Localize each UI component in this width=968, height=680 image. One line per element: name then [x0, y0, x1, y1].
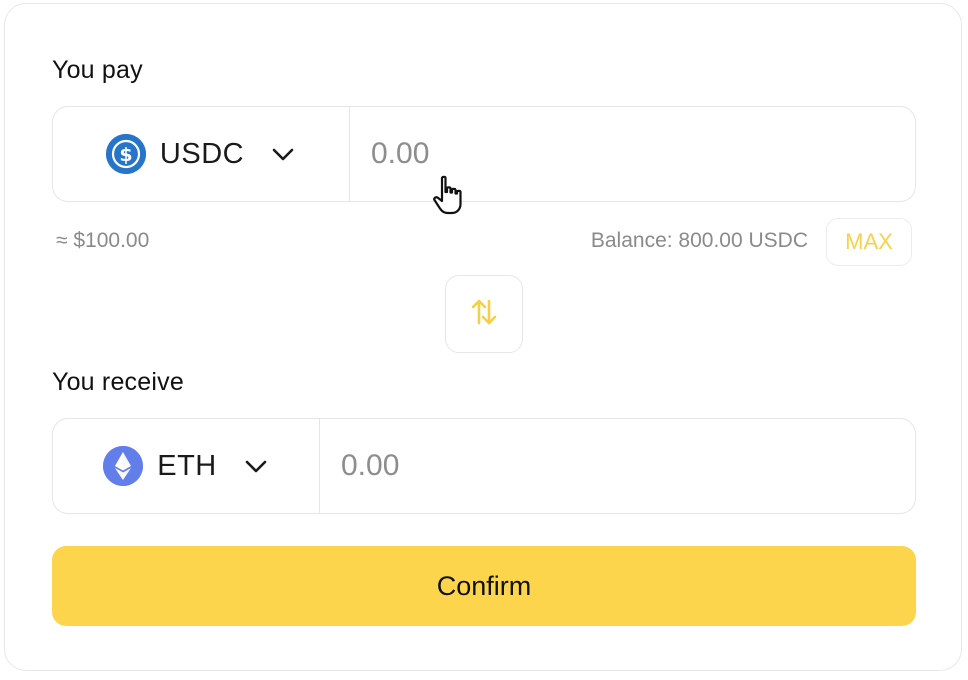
receive-token-select[interactable]: ETH: [53, 419, 320, 513]
pay-label: You pay: [52, 56, 143, 84]
pay-token-symbol: USDC: [159, 137, 245, 170]
receive-label: You receive: [52, 368, 184, 396]
eth-icon: [103, 446, 144, 486]
receive-token-symbol: ETH: [157, 449, 217, 482]
pay-usd-estimate: ≈ $100.00: [56, 229, 150, 252]
svg-text:$: $: [119, 144, 132, 166]
receive-row: ETH: [52, 418, 916, 514]
pay-amount-input[interactable]: [350, 107, 915, 201]
flip-tokens-button[interactable]: [445, 275, 523, 353]
max-button[interactable]: MAX: [826, 218, 912, 266]
usdc-icon: $: [105, 134, 146, 174]
chevron-down-icon: [270, 141, 296, 167]
pay-token-select[interactable]: $ USDC: [53, 107, 350, 201]
pay-balance: Balance: 800.00 USDC: [590, 229, 808, 252]
confirm-button[interactable]: Confirm: [52, 546, 916, 626]
pay-row: $ USDC: [52, 106, 916, 202]
swap-arrows-icon: [469, 297, 499, 332]
receive-amount-input[interactable]: [320, 419, 915, 513]
chevron-down-icon: [243, 453, 269, 479]
